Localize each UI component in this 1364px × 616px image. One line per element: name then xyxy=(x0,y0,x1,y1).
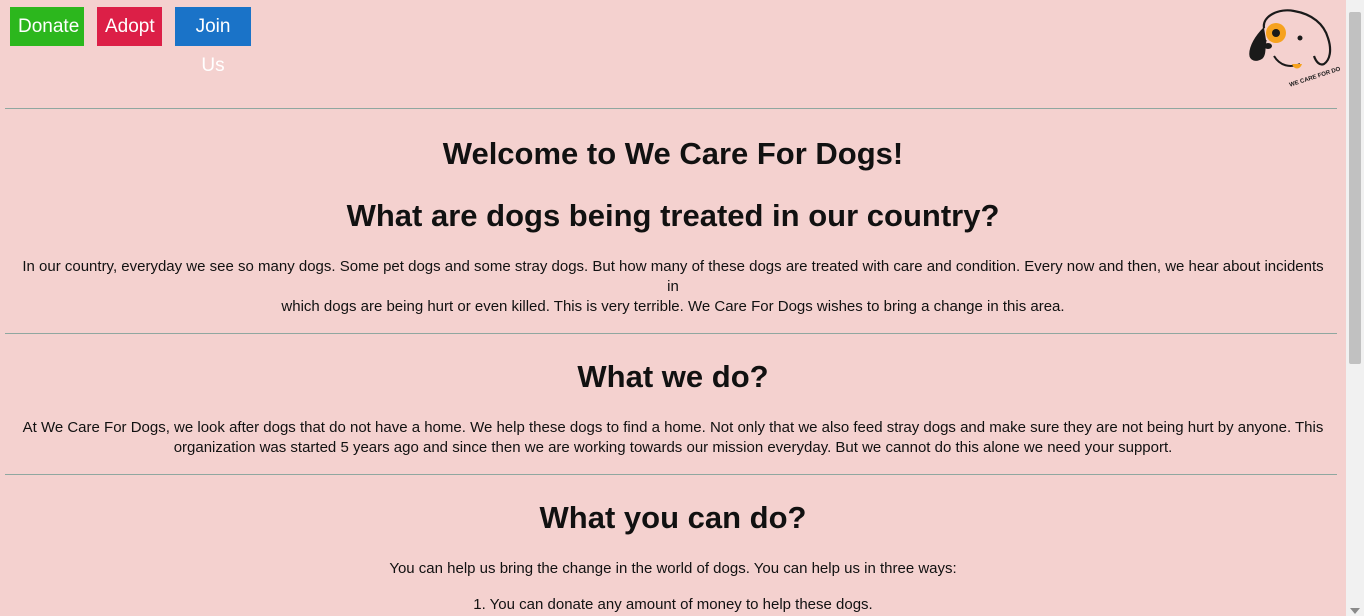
top-bar: Donate Adopt Join Us WE CARE FOR DOGS xyxy=(0,0,1346,108)
what-you-can-do-heading: What you can do? xyxy=(539,500,807,535)
what-we-do-heading: What we do? xyxy=(577,359,769,394)
treatment-heading: What are dogs being treated in our count… xyxy=(346,198,1000,233)
dog-logo: WE CARE FOR DOGS xyxy=(1249,9,1340,89)
page-title: Welcome to We Care For Dogs! xyxy=(442,136,904,171)
divider xyxy=(5,474,1337,475)
what-we-do-text-line1: At We Care For Dogs, we look after dogs … xyxy=(22,419,1324,436)
page: Donate Adopt Join Us WE CARE FOR DOGS We… xyxy=(0,0,1346,616)
join-us-button[interactable]: Join Us xyxy=(175,7,251,76)
list-item: 1. You can donate any amount of money to… xyxy=(473,596,873,613)
treatment-text-line1: In our country, everyday we see so many … xyxy=(22,258,1324,295)
vertical-scrollbar[interactable] xyxy=(1346,0,1364,616)
scroll-down-arrow-icon[interactable] xyxy=(1350,608,1360,614)
treatment-text-line2: which dogs are being hurt or even killed… xyxy=(281,298,1065,315)
divider xyxy=(5,333,1337,334)
what-you-can-do-section: What you can do? You can help us bring t… xyxy=(0,500,1346,615)
divider xyxy=(5,108,1337,109)
what-we-do-section: What we do? At We Care For Dogs, we look… xyxy=(0,359,1346,458)
scrollbar-thumb[interactable] xyxy=(1349,12,1361,364)
what-you-can-do-intro: You can help us bring the change in the … xyxy=(389,560,957,577)
what-we-do-text-line2: organization was started 5 years ago and… xyxy=(173,439,1173,456)
welcome-section: Welcome to We Care For Dogs! What are do… xyxy=(0,136,1346,317)
adopt-button[interactable]: Adopt xyxy=(97,7,162,46)
donate-button[interactable]: Donate xyxy=(10,7,84,46)
